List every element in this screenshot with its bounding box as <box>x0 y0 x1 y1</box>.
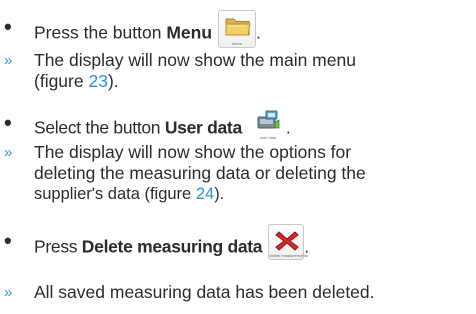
step-text-end: . <box>285 117 291 138</box>
arrow-marker: » <box>4 52 13 69</box>
delete-button-icon: delete measurements <box>268 224 308 260</box>
arrow-marker: » <box>4 284 13 301</box>
result-main-menu: » The display will now show the main men… <box>0 50 476 94</box>
step-delete-measuring-data: • Press Delete measuring data delete mea… <box>0 220 476 260</box>
delete-measuring-data-label: Delete measuring data <box>81 236 263 257</box>
result-data-deleted: » All saved measuring data has been dele… <box>0 282 476 306</box>
delete-button-caption: delete measurements <box>269 253 308 258</box>
result-line: deleting the measuring data or deleting … <box>34 163 366 183</box>
result-line-end: ). <box>214 185 225 203</box>
step-text: Press <box>34 236 82 257</box>
user-data-button-caption: user data <box>259 135 277 140</box>
result-line: (figure <box>34 71 89 91</box>
instruction-page: • Press the button Menu menu . » The dis… <box>0 0 476 314</box>
step-text-end: . <box>256 22 261 43</box>
step-press-menu: • Press the button Menu menu . <box>0 6 476 48</box>
result-user-data-options: » The display will now show the options … <box>0 142 476 208</box>
result-line: supplier's data (figure <box>34 185 196 203</box>
user-data-button-icon: user data <box>250 105 286 141</box>
folder-icon <box>225 18 251 36</box>
menu-button-caption: menu <box>232 41 243 46</box>
menu-button-icon: menu <box>218 10 257 48</box>
arrow-marker: » <box>4 144 13 161</box>
bullet-marker: • <box>4 110 12 135</box>
step-text: Select the button <box>34 117 165 138</box>
result-line: The display will now show the main menu <box>34 50 356 70</box>
figure-reference[interactable]: 23 <box>88 71 107 91</box>
bullet-marker: • <box>4 228 12 253</box>
result-line: The display will now show the options fo… <box>34 142 352 162</box>
delete-x-icon <box>275 231 299 251</box>
result-line: All saved measuring data has been delete… <box>34 282 375 302</box>
step-select-user-data: • Select the button User data user data … <box>0 104 476 141</box>
bullet-marker: • <box>4 14 12 39</box>
user-data-icon <box>257 110 280 129</box>
menu-button-label: Menu <box>166 22 213 43</box>
user-data-button-label: User data <box>164 117 242 138</box>
step-text: Press the button <box>34 22 167 43</box>
result-line-end: ). <box>107 71 119 91</box>
figure-reference[interactable]: 24 <box>196 185 214 203</box>
